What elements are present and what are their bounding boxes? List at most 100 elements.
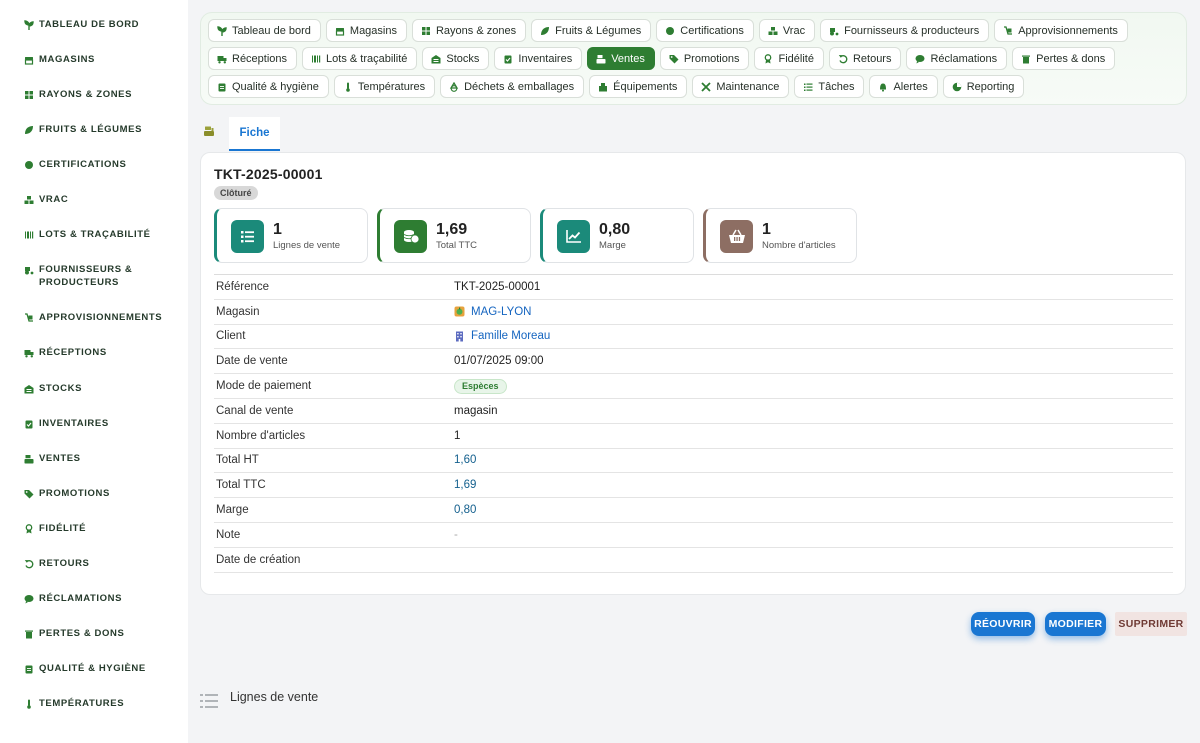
sidebar-item-tableau-de-bord[interactable]: Tableau de bord xyxy=(0,18,188,31)
chip-temperatures[interactable]: Températures xyxy=(333,75,436,98)
sidebar-item-magasins[interactable]: Magasins xyxy=(0,53,188,66)
chip-receptions[interactable]: Réceptions xyxy=(208,47,298,70)
chip-inventaires[interactable]: Inventaires xyxy=(494,47,583,70)
chip-vrac[interactable]: Vrac xyxy=(758,19,816,42)
stat-value: 1,69 xyxy=(436,221,468,238)
sidebar-item-label: Réceptions xyxy=(39,347,107,358)
cash-register-icon xyxy=(24,455,34,464)
barcode-icon xyxy=(25,231,34,239)
stat-icon-box xyxy=(394,220,427,253)
sidebar-item-rayons-zones[interactable]: Rayons & zones xyxy=(0,88,188,101)
cash-register-icon xyxy=(596,54,606,63)
chip-approvisionnements[interactable]: Approvisionnements xyxy=(994,19,1128,42)
sidebar-item-stocks[interactable]: Stocks xyxy=(0,382,188,395)
chip-magasins[interactable]: Magasins xyxy=(325,19,407,42)
sidebar-item-label: Lots & traçabilité xyxy=(39,229,151,240)
sidebar-item-label: Certifications xyxy=(39,159,127,170)
tab-fiche[interactable]: Fiche xyxy=(229,117,280,151)
detail-row-total-ttc: Total TTC 1,69 xyxy=(214,473,1173,499)
certificate-icon xyxy=(666,26,675,35)
details-table: Référence TKT-2025-00001 Magasin MAG-LYO… xyxy=(214,274,1173,573)
grid-icon xyxy=(25,91,33,99)
sidebar-item-temperatures[interactable]: Températures xyxy=(0,697,188,710)
sidebar-item-fournisseurs-producteurs[interactable]: Fournisseurs & producteurs xyxy=(0,263,188,289)
sidebar-item-fidelite[interactable]: Fidélité xyxy=(0,522,188,535)
detail-label: Total HT xyxy=(216,454,259,467)
equipment-icon xyxy=(599,82,608,91)
chip-maintenance[interactable]: Maintenance xyxy=(692,75,790,98)
award-icon xyxy=(765,53,772,63)
tractor-icon xyxy=(25,267,34,275)
stat-label: Lignes de vente xyxy=(273,240,341,251)
chip-stocks[interactable]: Stocks xyxy=(422,47,490,70)
stat-value: 0,80 xyxy=(599,221,631,238)
sidebar-item-retours[interactable]: Retours xyxy=(0,557,188,570)
sidebar-item-fruits-legumes[interactable]: Fruits & Légumes xyxy=(0,123,188,136)
tools-icon xyxy=(701,81,712,92)
chip-equipements[interactable]: Équipements xyxy=(589,75,688,98)
sidebar-item-approvisionnements[interactable]: Approvisionnements xyxy=(0,311,188,324)
sidebar-item-receptions[interactable]: Réceptions xyxy=(0,346,188,359)
sidebar-item-label: Fidélité xyxy=(39,523,87,534)
sidebar-item-reclamations[interactable]: Réclamations xyxy=(0,592,188,605)
chip-reclamations[interactable]: Réclamations xyxy=(906,47,1008,70)
module-chip-bar: Tableau de bord Magasins Rayons & zones Fru… xyxy=(200,12,1187,105)
sidebar-item-vrac[interactable]: Vrac xyxy=(0,193,188,206)
chip-tableau-de-bord[interactable]: Tableau de bord xyxy=(208,19,321,42)
sidebar-item-lots-tracabilite[interactable]: Lots & traçabilité xyxy=(0,228,188,241)
sidebar-item-inventaires[interactable]: Inventaires xyxy=(0,417,188,430)
tag-icon xyxy=(669,54,679,63)
section-title-lignes: Lignes de vente xyxy=(230,690,319,704)
truck-icon xyxy=(24,350,34,358)
clipboard-check-icon xyxy=(25,420,33,429)
edit-button[interactable]: MODIFIER xyxy=(1045,612,1106,636)
stat-icon-box xyxy=(231,220,264,253)
chip-taches[interactable]: Tâches xyxy=(794,75,865,98)
chip-rayons-zones[interactable]: Rayons & zones xyxy=(411,19,527,42)
chip-dechets-emballages[interactable]: Déchets & emballages xyxy=(440,75,585,98)
stat-value: 1 xyxy=(273,221,282,238)
chip-fournisseurs-producteurs[interactable]: Fournisseurs & producteurs xyxy=(820,19,990,42)
chip-label: Pertes & dons xyxy=(1036,52,1106,65)
sidebar-item-promotions[interactable]: Promotions xyxy=(0,487,188,500)
stat-card: 0,80 Marge xyxy=(540,208,694,263)
delete-button[interactable]: SUPPRIMER xyxy=(1115,612,1187,636)
chip-fidelite[interactable]: Fidélité xyxy=(754,47,824,70)
magasin-value: MAG-LYON xyxy=(471,305,532,318)
sidebar-item-ventes[interactable]: Ventes xyxy=(0,452,188,465)
sidebar-item-label: Retours xyxy=(39,558,90,569)
seedling-icon xyxy=(217,25,227,36)
sidebar-item-label: Qualité & hygiène xyxy=(39,663,146,674)
client-link[interactable]: Famille Moreau xyxy=(454,330,550,342)
chip-label: Tâches xyxy=(818,80,855,93)
chip-ventes[interactable]: Ventes xyxy=(587,47,655,70)
record-card: TKT-2025-00001 Clôturé 1 Lignes de vente 1… xyxy=(200,152,1186,595)
chip-reporting[interactable]: Reporting xyxy=(942,75,1025,98)
sidebar-item-certifications[interactable]: Certifications xyxy=(0,158,188,171)
chip-alertes[interactable]: Alertes xyxy=(869,75,938,98)
sidebar-item-label: Promotions xyxy=(39,488,110,499)
sidebar-item-pertes-dons[interactable]: Pertes & dons xyxy=(0,627,188,640)
detail-row-note: Note - xyxy=(214,523,1173,548)
sidebar-item-label: Réclamations xyxy=(39,593,123,604)
chip-label: Lots & traçabilité xyxy=(326,52,408,65)
chip-lots-tracabilite[interactable]: Lots & traçabilité xyxy=(302,47,418,70)
magasin-link[interactable]: MAG-LYON xyxy=(454,306,532,318)
sidebar-item-label: Tableau de bord xyxy=(39,19,140,30)
sidebar-item-qualite-hygiene[interactable]: Qualité & hygiène xyxy=(0,662,188,675)
chip-certifications[interactable]: Certifications xyxy=(656,19,754,42)
chip-retours[interactable]: Retours xyxy=(828,47,902,70)
undo-icon xyxy=(24,559,34,569)
chip-fruits-legumes[interactable]: Fruits & Légumes xyxy=(531,19,652,42)
chip-label: Qualité & hygiène xyxy=(232,80,319,93)
trash-icon xyxy=(25,630,33,639)
chip-qualite-hygiene[interactable]: Qualité & hygiène xyxy=(208,75,329,98)
stat-card: 1,69 Total TTC xyxy=(377,208,531,263)
warehouse-icon xyxy=(24,385,34,394)
chip-pertes-dons[interactable]: Pertes & dons xyxy=(1012,47,1116,70)
chip-promotions[interactable]: Promotions xyxy=(659,47,750,70)
store-icon xyxy=(454,306,465,317)
reopen-button[interactable]: RÉOUVRIR xyxy=(971,612,1035,636)
clipboard-check-icon xyxy=(504,55,512,63)
building-icon xyxy=(456,331,463,342)
